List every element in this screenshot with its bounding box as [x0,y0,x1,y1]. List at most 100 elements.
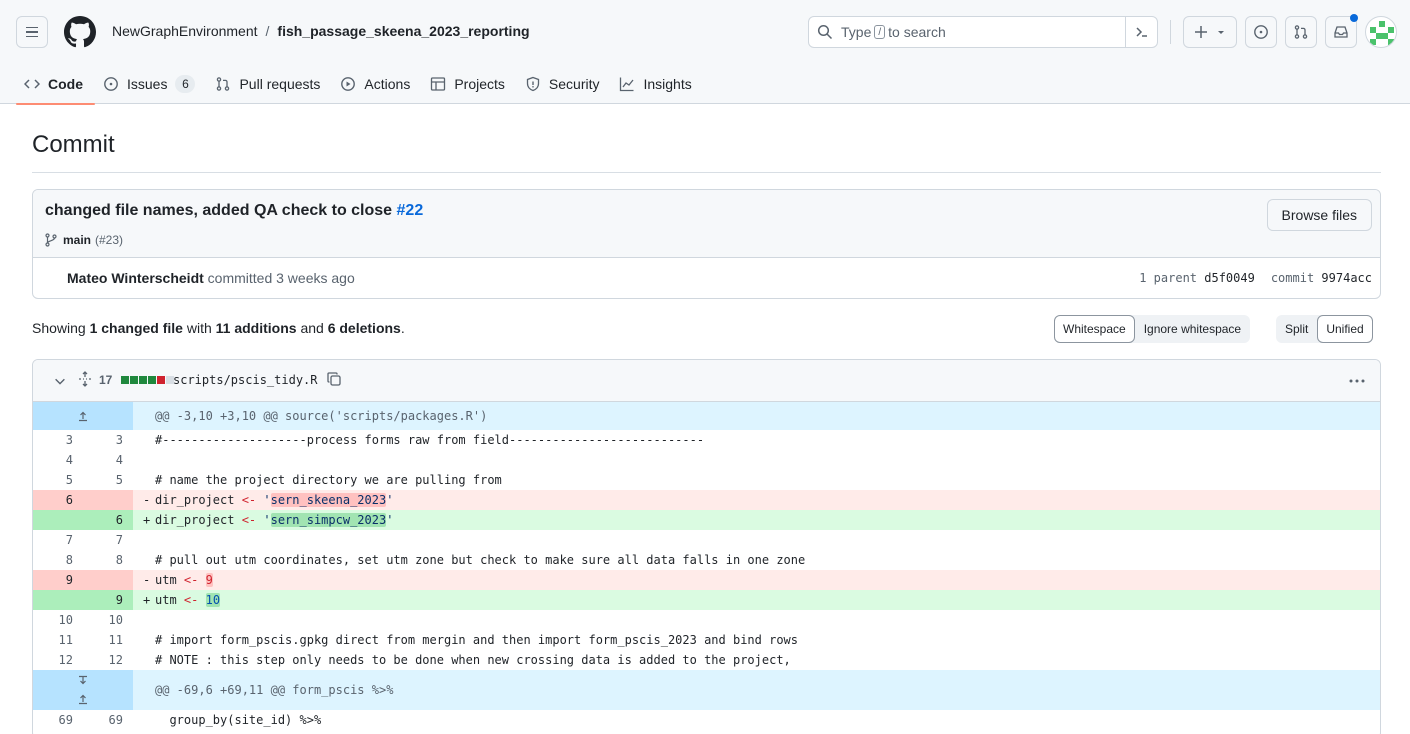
repo-owner-link[interactable]: NewGraphEnvironment [112,23,258,39]
identicon-icon [1370,21,1394,45]
github-logo-icon[interactable] [64,16,96,48]
new-line-number[interactable]: 6 [83,510,133,530]
diffstat-block [139,376,147,384]
tab-projects[interactable]: Projects [422,64,517,104]
copy-icon[interactable] [326,371,342,387]
search-input[interactable]: Type / to search [808,16,1158,48]
new-line-number[interactable]: 69 [83,710,133,730]
new-line-number[interactable]: 3 [83,430,133,450]
tab-pull-requests[interactable]: Pull requests [207,64,332,104]
issue-link[interactable]: #22 [397,202,424,219]
new-line-number[interactable]: 8 [83,550,133,570]
new-line-number[interactable]: 4 [83,450,133,470]
diff-line: 8 8 # pull out utm coordinates, set utm … [33,550,1380,570]
new-line-number[interactable]: 11 [83,630,133,650]
old-line-number[interactable]: 7 [33,530,83,550]
search-icon [817,24,833,40]
new-line-number[interactable] [83,490,133,510]
repo-tabs: Code Issues 6 Pull requests Actions Proj… [16,64,704,105]
tab-projects-label: Projects [454,76,505,92]
code-text: utm [155,593,184,607]
file-diff: 17 scripts/pscis_tidy.R @@ -3,10 +3,10 @… [32,359,1381,734]
summary-text: . [400,320,405,336]
commit-summary-box: changed file names, added QA check to cl… [32,189,1381,299]
commit-time: committed 3 weeks ago [207,270,355,286]
issues-button[interactable] [1245,16,1277,48]
assign-operator: <- [241,513,257,527]
avatar[interactable] [1365,16,1397,48]
old-line-number[interactable]: 10 [33,610,83,630]
old-line-number[interactable]: 8 [33,550,83,570]
changed-files-count: 1 changed file [89,320,183,336]
whitespace-button[interactable]: Whitespace [1054,315,1135,343]
tab-issues[interactable]: Issues 6 [95,64,207,104]
breadcrumb: NewGraphEnvironment / fish_passage_skeen… [112,23,530,39]
menu-button[interactable] [16,16,48,48]
branch-info: main (#23) [43,232,123,248]
tab-pull-requests-label: Pull requests [239,76,321,92]
minus-sign: - [143,493,151,507]
diffstat-block [148,376,156,384]
line-code: # import form_pscis.gpkg direct from mer… [133,630,1380,650]
new-line-number[interactable] [83,570,133,590]
branch-name[interactable]: main [63,233,91,247]
unified-view-button[interactable]: Unified [1317,315,1373,343]
old-line-number[interactable]: 6 [33,490,83,510]
tab-insights[interactable]: Insights [611,64,703,104]
fold-up-icon[interactable] [77,693,89,705]
unfold-icon[interactable] [77,371,93,387]
tab-code[interactable]: Code [16,64,95,105]
browse-files-button[interactable]: Browse files [1266,199,1372,231]
new-line-number[interactable]: 9 [83,590,133,610]
changed-word: 9 [205,573,213,587]
split-view-button[interactable]: Split [1276,315,1317,343]
old-line-number[interactable] [33,510,83,530]
line-code: #--------------------process forms raw f… [133,430,1380,450]
old-line-number[interactable]: 12 [33,650,83,670]
commit-sha-info: 1 parent d5f0049 commit 9974acc [1139,271,1372,285]
repo-name-link[interactable]: fish_passage_skeena_2023_reporting [277,23,529,39]
chevron-down-icon[interactable] [53,374,67,388]
old-line-number[interactable] [33,590,83,610]
old-line-number[interactable]: 4 [33,450,83,470]
expand-up-button[interactable] [33,402,133,430]
new-line-number[interactable]: 7 [83,530,133,550]
code-text: dir_project [155,493,242,507]
parent-label: 1 parent [1139,271,1198,285]
command-palette-button[interactable] [1125,17,1157,47]
parent-sha-link[interactable]: d5f0049 [1204,271,1255,285]
minus-sign: - [143,573,151,587]
plus-sign: + [143,513,151,527]
old-line-number[interactable]: 69 [33,710,83,730]
old-line-number[interactable]: 3 [33,430,83,450]
added-line: 9 + utm <- 10 [33,590,1380,610]
old-line-number[interactable]: 5 [33,470,83,490]
diff-view-toggle: Split Unified [1276,315,1373,343]
line-code: # pull out utm coordinates, set utm zone… [133,550,1380,570]
new-line-number[interactable]: 10 [83,610,133,630]
pr-reference[interactable]: (#23) [95,233,123,247]
assign-operator: <- [183,573,199,587]
pull-requests-button[interactable] [1285,16,1317,48]
app-header: NewGraphEnvironment / fish_passage_skeen… [0,0,1410,105]
tab-security[interactable]: Security [517,64,612,104]
tab-actions[interactable]: Actions [332,64,422,104]
diff-body: @@ -3,10 +3,10 @@ source('scripts/packag… [33,402,1380,730]
ignore-whitespace-button[interactable]: Ignore whitespace [1135,315,1250,343]
create-new-button[interactable] [1183,16,1237,48]
play-icon [341,77,356,91]
expand-buttons [33,670,133,710]
diff-line: 5 5 # name the project directory we are … [33,470,1380,490]
new-line-number[interactable]: 5 [83,470,133,490]
code-text: # NOTE : this step only needs to be done… [155,653,791,667]
search-shortcut-key: / [874,25,886,39]
file-path-link[interactable]: scripts/pscis_tidy.R [173,373,318,387]
author-name[interactable]: Mateo Winterscheidt [67,270,204,286]
fold-down-icon[interactable] [77,675,89,687]
old-line-number[interactable]: 9 [33,570,83,590]
new-line-number[interactable]: 12 [83,650,133,670]
code-text: ' [386,493,394,507]
kebab-horizontal-icon[interactable] [1348,373,1366,389]
old-line-number[interactable]: 11 [33,630,83,650]
